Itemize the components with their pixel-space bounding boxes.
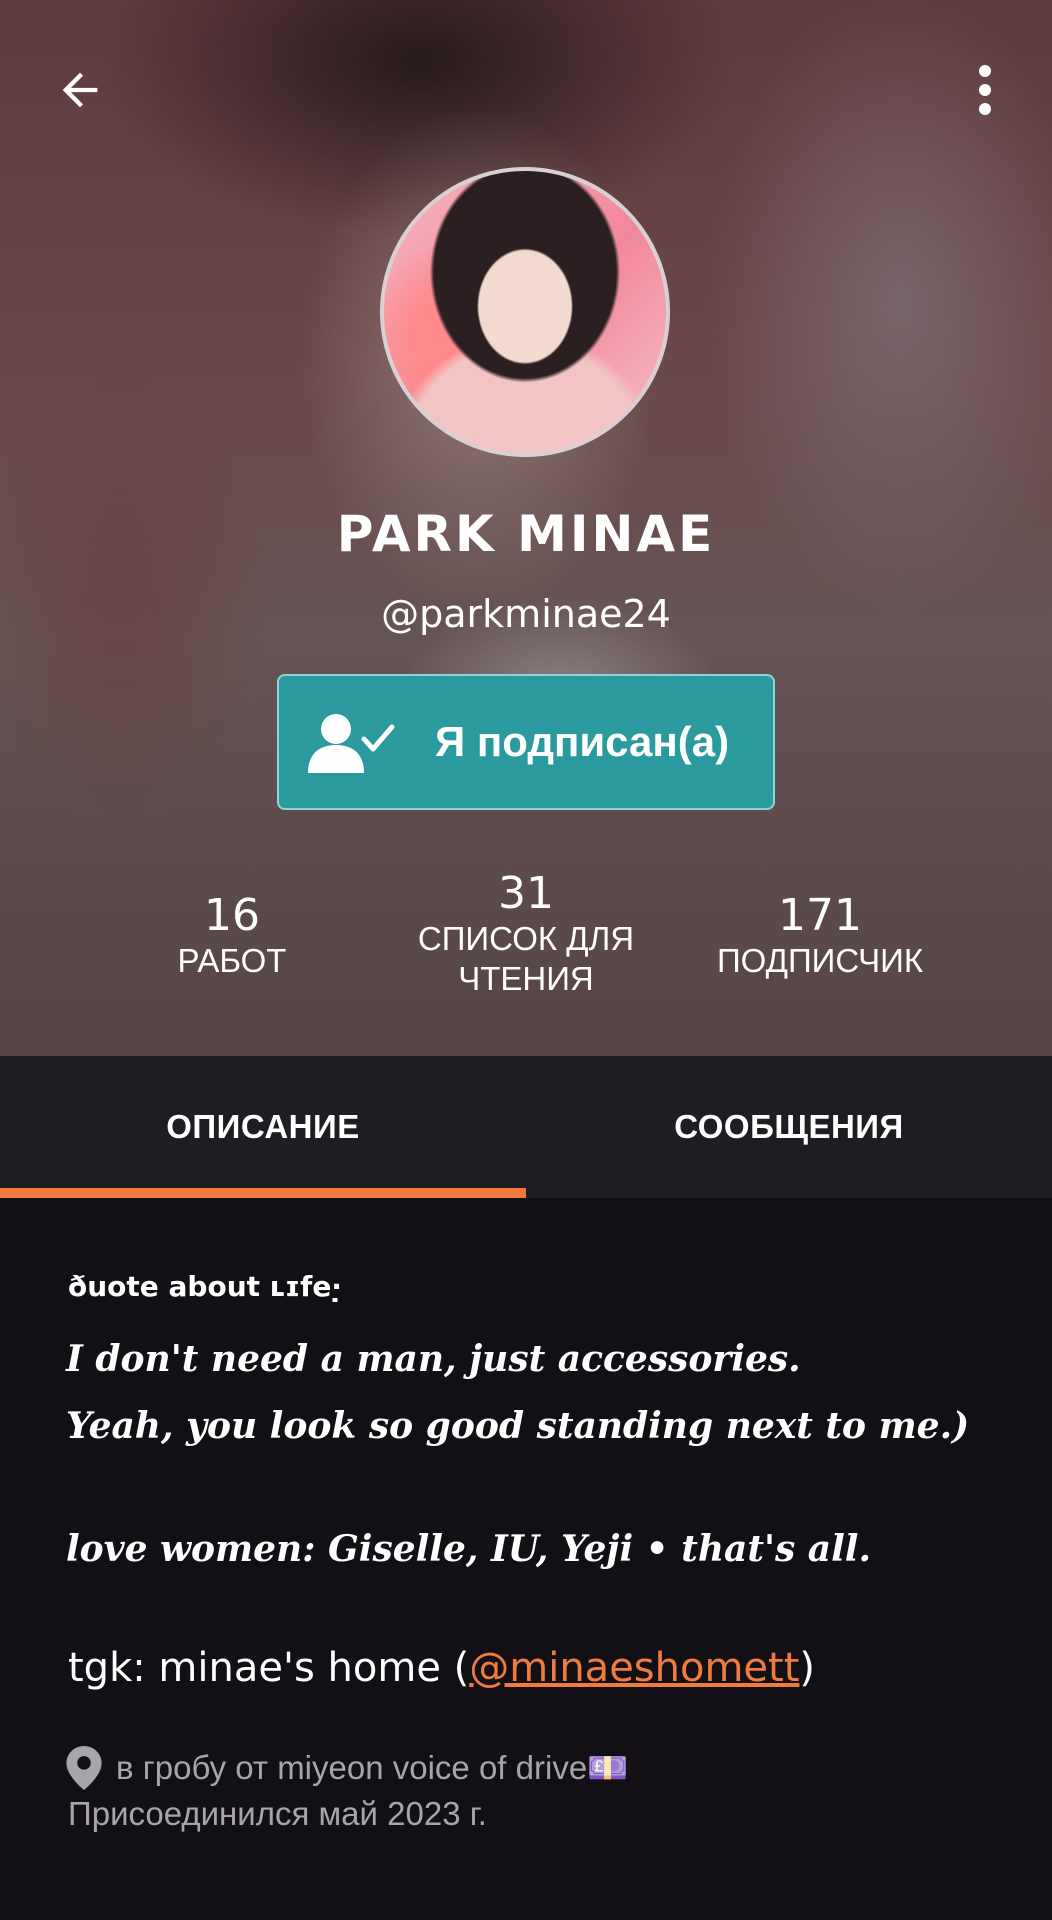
more-vert-icon	[979, 65, 991, 115]
stat-works-label: РАБОТ	[177, 942, 287, 979]
bio-line: I don't need a man, just accessories.	[66, 1338, 801, 1380]
username: @parkminae24	[381, 592, 671, 636]
telegram-prefix: tgk: minae's home (	[68, 1645, 470, 1691]
stat-reading-label: СПИСОК ДЛЯ ЧТЕНИЯ	[417, 920, 635, 997]
about-section: ðuote about ʟɪfe·̣ I don't need a man, j…	[0, 1198, 1052, 1920]
joined-date: Присоединился май 2023 г.	[68, 1795, 487, 1832]
bio-line: Yeah, you look so good standing next to …	[66, 1405, 970, 1447]
stat-followers-label: ПОДПИСЧИК	[716, 942, 924, 979]
tab-messages[interactable]: СООБЩЕНИЯ	[526, 1056, 1052, 1198]
profile-tabs: ОПИСАНИЕ СООБЩЕНИЯ	[0, 1056, 1052, 1198]
stat-reading-count: 31	[498, 868, 554, 919]
profile-header: PARK MINAE @parkminae24 Я подписан(а) 16…	[0, 0, 1052, 1056]
telegram-line: tgk: minae's home (@minaeshomett)	[68, 1645, 815, 1691]
stat-reading-lists[interactable]: 31 СПИСОК ДЛЯ ЧТЕНИЯ	[396, 868, 656, 999]
telegram-suffix: )	[799, 1645, 816, 1691]
follow-button[interactable]: Я подписан(а)	[277, 674, 775, 810]
tab-about[interactable]: ОПИСАНИЕ	[0, 1056, 526, 1198]
telegram-link[interactable]: @minaeshomett	[469, 1645, 799, 1691]
more-menu-button[interactable]	[945, 50, 1025, 130]
quote-heading: ðuote about ʟɪfe·̣	[68, 1270, 342, 1303]
display-name: PARK MINAE	[336, 505, 716, 563]
location: в гробу от miyeon voice of drive💷	[66, 1746, 628, 1790]
follow-button-label: Я подписан(а)	[435, 718, 730, 765]
user-check-icon	[301, 709, 401, 775]
location-text: в гробу от miyeon voice of drive💷	[116, 1748, 629, 1786]
bio-line: love women: Giselle, IU, Yeji • that's a…	[66, 1528, 871, 1570]
avatar[interactable]	[380, 167, 670, 457]
stat-works-count: 16	[204, 890, 260, 941]
stat-followers[interactable]: 171 ПОДПИСЧИК	[690, 890, 950, 981]
arrow-back-icon	[62, 72, 98, 108]
stat-works[interactable]: 16 РАБОТ	[102, 890, 362, 981]
location-pin-icon	[66, 1746, 102, 1790]
back-button[interactable]	[40, 50, 120, 130]
stat-followers-count: 171	[778, 890, 862, 941]
